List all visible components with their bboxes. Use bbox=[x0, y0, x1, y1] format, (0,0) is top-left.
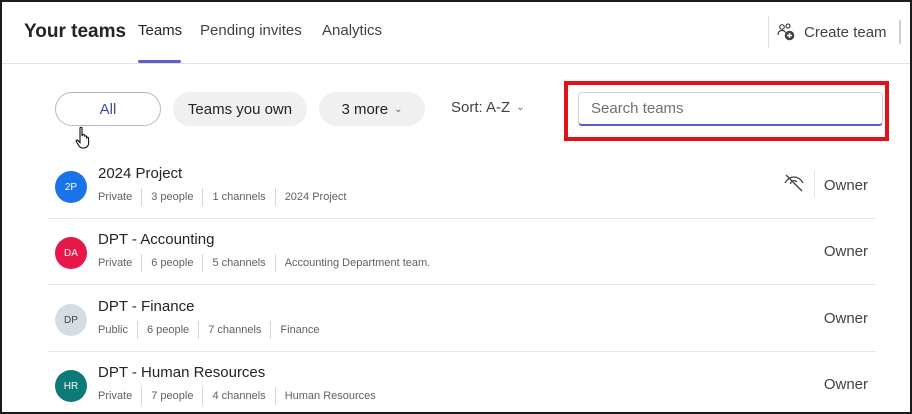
team-meta: Private 3 people 1 channels 2024 Project bbox=[98, 188, 355, 206]
team-privacy: Public bbox=[98, 324, 128, 336]
team-meta: Public 6 people 7 channels Finance bbox=[98, 321, 329, 339]
team-channel-count: 7 channels bbox=[198, 321, 270, 339]
hand-cursor-icon bbox=[75, 126, 90, 149]
chevron-down-icon: ⌄ bbox=[394, 103, 403, 115]
header-divider bbox=[768, 16, 769, 48]
team-name: 2024 Project bbox=[98, 165, 183, 182]
create-team-label: Create team bbox=[804, 23, 887, 41]
team-channel-count: 4 channels bbox=[202, 387, 274, 405]
teams-window: Your teams Teams Pending invites Analyti… bbox=[0, 0, 912, 414]
team-avatar: HR bbox=[55, 370, 87, 402]
team-row[interactable]: DA DPT - Accounting Private 6 people 5 c… bbox=[48, 219, 876, 285]
team-name: DPT - Accounting bbox=[98, 231, 215, 248]
search-input[interactable] bbox=[578, 92, 883, 126]
sort-label: Sort: A-Z bbox=[451, 99, 511, 116]
team-privacy: Private bbox=[98, 257, 133, 269]
team-people-count: 3 people bbox=[141, 188, 202, 206]
hidden-eye-icon[interactable] bbox=[783, 172, 805, 194]
team-description: Human Resources bbox=[274, 387, 385, 405]
team-name: DPT - Finance bbox=[98, 298, 195, 315]
filter-more-button[interactable]: 3 more ⌄ bbox=[319, 92, 425, 126]
team-role: Owner bbox=[823, 310, 868, 327]
team-people-count: 6 people bbox=[136, 321, 198, 339]
team-row[interactable]: HR DPT - Human Resources Private 7 peopl… bbox=[48, 352, 876, 412]
create-team-icon bbox=[777, 23, 795, 41]
team-channel-count: 5 channels bbox=[202, 254, 274, 272]
active-tab-indicator bbox=[138, 60, 181, 63]
filter-all-button[interactable]: All bbox=[55, 92, 161, 126]
chevron-down-icon: ⌄ bbox=[516, 102, 525, 113]
filter-more-label: 3 more bbox=[341, 100, 389, 118]
sort-dropdown[interactable]: Sort: A-Z ⌄ bbox=[451, 99, 525, 116]
page-header: Your teams Teams Pending invites Analyti… bbox=[2, 2, 910, 64]
tab-teams[interactable]: Teams bbox=[138, 22, 182, 39]
tab-analytics[interactable]: Analytics bbox=[322, 22, 382, 39]
team-row[interactable]: 2P 2024 Project Private 3 people 1 chann… bbox=[48, 153, 876, 219]
role-divider bbox=[814, 171, 815, 197]
team-avatar: DP bbox=[55, 304, 87, 336]
team-role: Owner bbox=[823, 376, 868, 393]
filter-teams-you-own-button[interactable]: Teams you own bbox=[173, 92, 307, 126]
filter-all-label: All bbox=[99, 100, 117, 118]
team-privacy: Private bbox=[98, 390, 133, 402]
create-team-button[interactable]: Create team bbox=[776, 19, 887, 45]
team-avatar: DA bbox=[55, 237, 87, 269]
team-name: DPT - Human Resources bbox=[98, 364, 266, 381]
team-description: Accounting Department team. bbox=[274, 254, 440, 272]
team-description: 2024 Project bbox=[274, 188, 356, 206]
team-row[interactable]: DP DPT - Finance Public 6 people 7 chann… bbox=[48, 286, 876, 352]
team-description: Finance bbox=[270, 321, 328, 339]
team-avatar: 2P bbox=[55, 171, 87, 203]
team-people-count: 7 people bbox=[141, 387, 202, 405]
page-title: Your teams bbox=[24, 21, 127, 42]
team-channel-count: 1 channels bbox=[202, 188, 274, 206]
tab-pending-invites[interactable]: Pending invites bbox=[200, 22, 302, 39]
filter-own-label: Teams you own bbox=[187, 100, 293, 118]
team-role: Owner bbox=[823, 177, 868, 194]
team-role: Owner bbox=[823, 243, 868, 260]
team-privacy: Private bbox=[98, 191, 133, 203]
team-meta: Private 7 people 4 channels Human Resour… bbox=[98, 387, 385, 405]
team-people-count: 6 people bbox=[141, 254, 202, 272]
team-meta: Private 6 people 5 channels Accounting D… bbox=[98, 254, 439, 272]
header-edge-divider bbox=[899, 20, 901, 44]
